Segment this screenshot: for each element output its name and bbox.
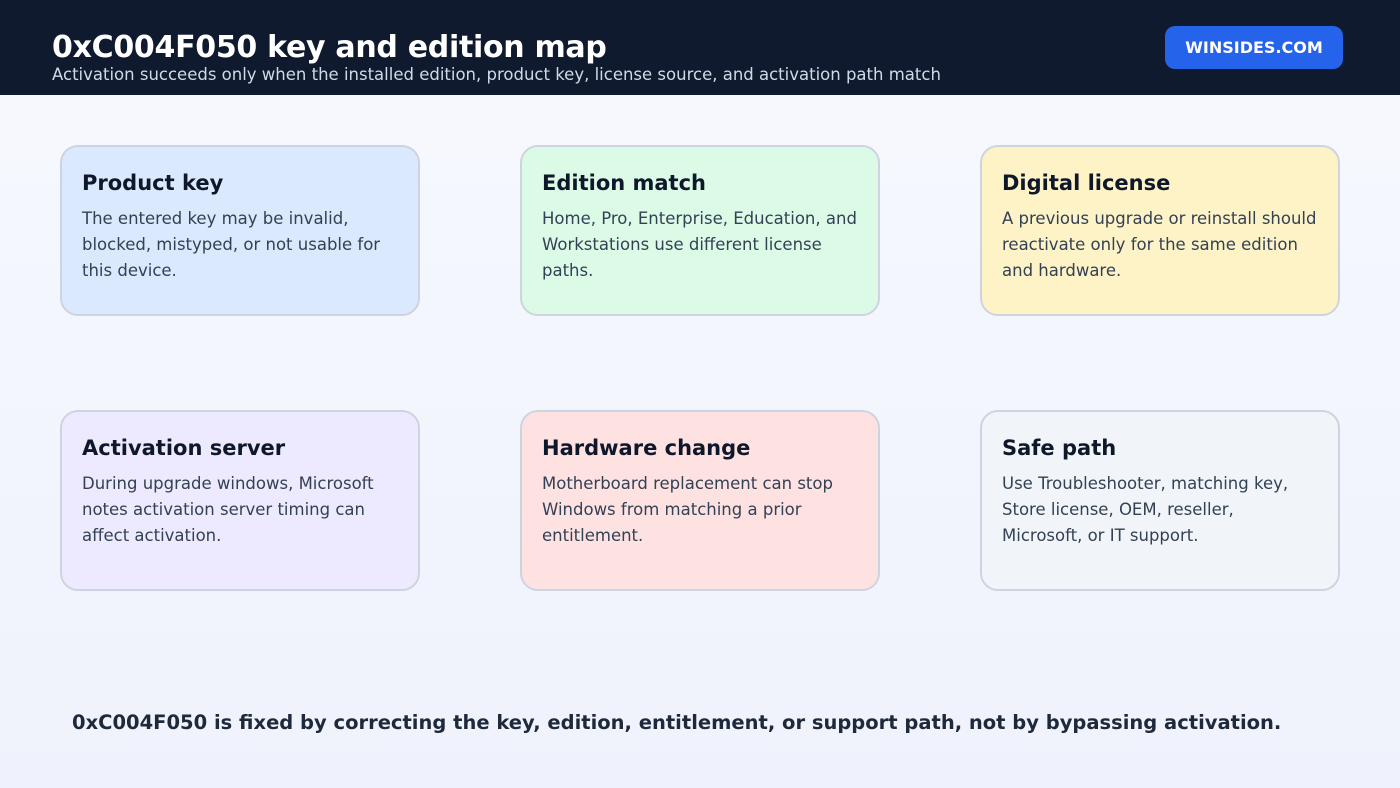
card-body: A previous upgrade or reinstall should r… [1002, 209, 1317, 280]
card-title: Hardware change [542, 436, 751, 460]
card-title: Digital license [1002, 171, 1171, 195]
card-body: Motherboard replacement can stop Windows… [542, 474, 833, 545]
brand-badge[interactable]: WINSIDES.COM [1165, 26, 1343, 69]
card-body: Use Troubleshooter, matching key, Store … [1002, 474, 1289, 545]
card-product-key: Product key The entered key may be inval… [60, 145, 420, 316]
card-title: Safe path [1002, 436, 1117, 460]
page-title: 0xC004F050 key and edition map [52, 30, 607, 65]
page-subtitle: Activation succeeds only when the instal… [52, 65, 941, 84]
card-hardware-change: Hardware change Motherboard replacement … [520, 410, 880, 591]
card-title: Edition match [542, 171, 706, 195]
card-title: Activation server [82, 436, 286, 460]
footer-note: 0xC004F050 is fixed by correcting the ke… [72, 711, 1282, 734]
card-activation-server: Activation server During upgrade windows… [60, 410, 420, 591]
card-body: The entered key may be invalid, blocked,… [82, 209, 381, 280]
card-digital-license: Digital license A previous upgrade or re… [980, 145, 1340, 316]
card-body: During upgrade windows, Microsoft notes … [82, 474, 374, 545]
card-safe-path: Safe path Use Troubleshooter, matching k… [980, 410, 1340, 591]
card-edition-match: Edition match Home, Pro, Enterprise, Edu… [520, 145, 880, 316]
card-body: Home, Pro, Enterprise, Education, and Wo… [542, 209, 857, 280]
header-bar: 0xC004F050 key and edition map Activatio… [0, 0, 1400, 95]
card-title: Product key [82, 171, 224, 195]
